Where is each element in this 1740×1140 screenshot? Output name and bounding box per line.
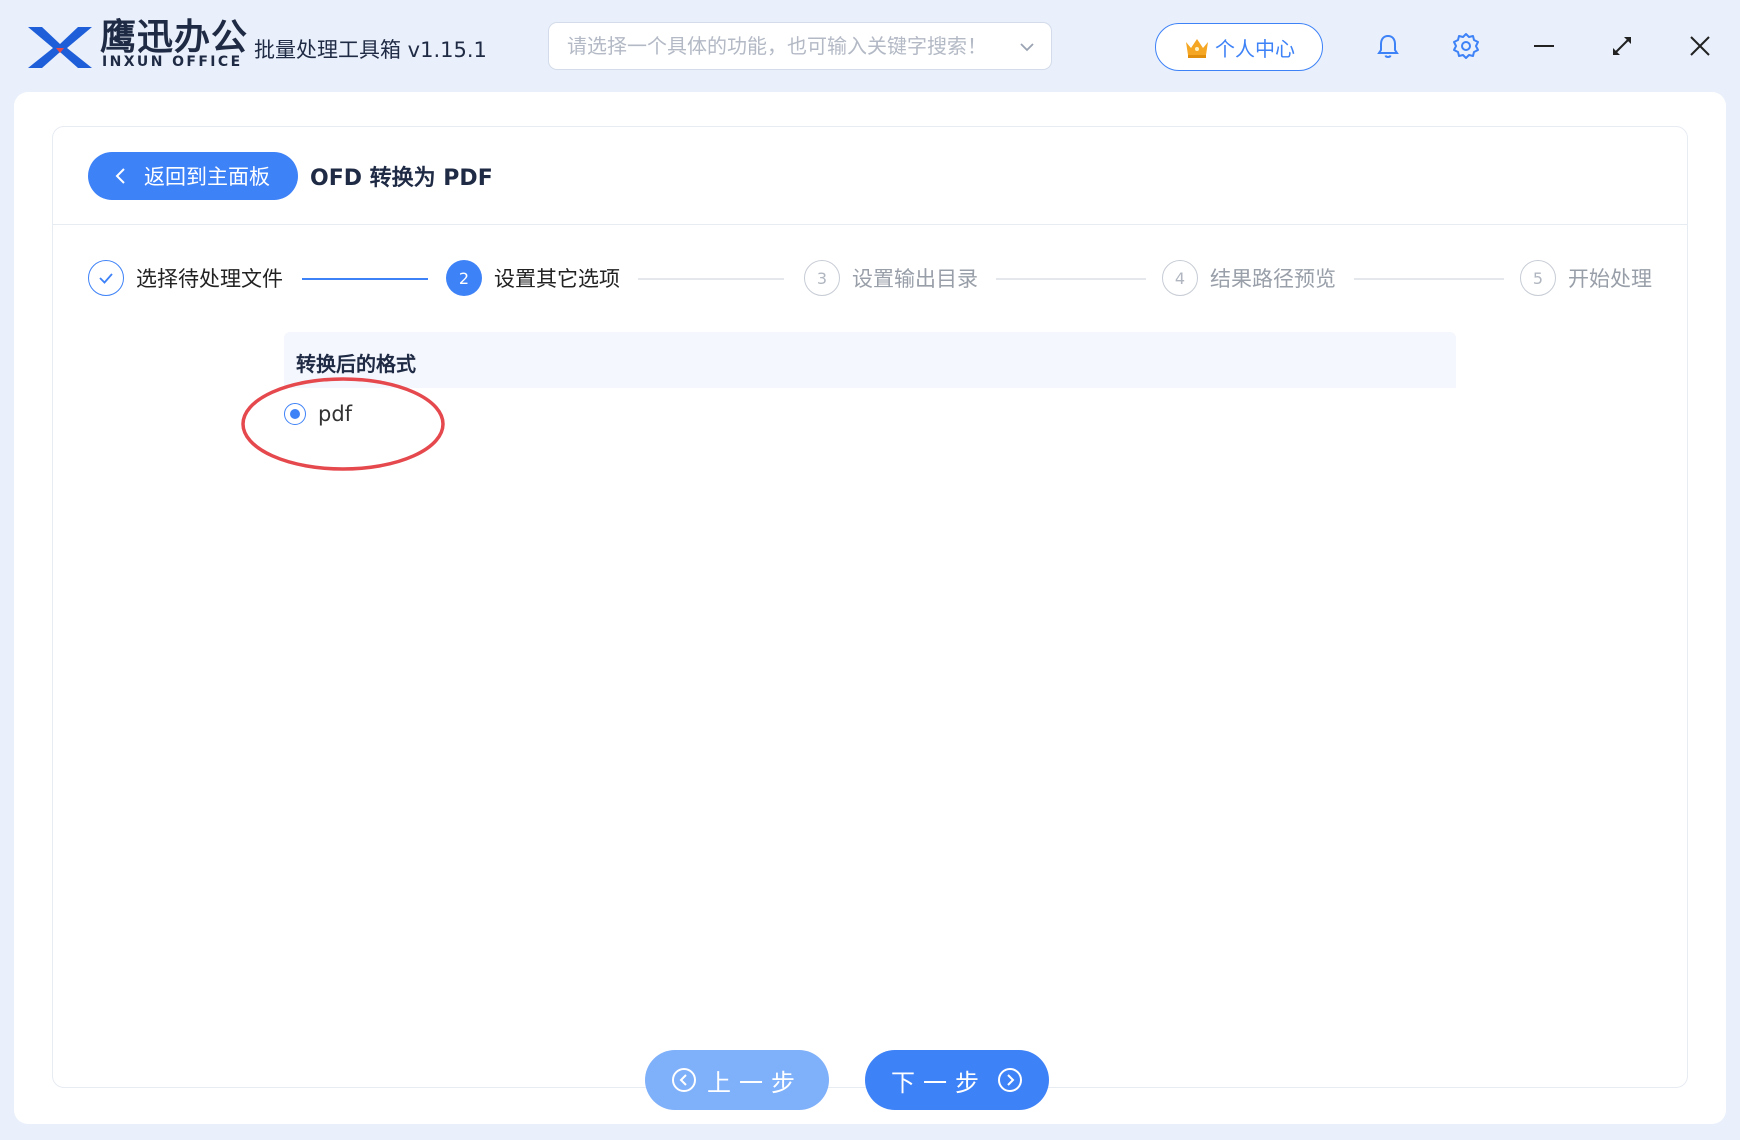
minimize-icon xyxy=(1534,45,1554,47)
previous-step-button[interactable]: 上一步 xyxy=(645,1050,829,1110)
brand-name: 鹰迅办公 xyxy=(100,17,249,58)
format-section-header: 转换后的格式 xyxy=(284,332,1456,388)
step-number: 5 xyxy=(1520,260,1556,296)
close-button[interactable] xyxy=(1682,28,1718,64)
next-step-label: 下一步 xyxy=(891,1068,987,1097)
step-number: 2 xyxy=(446,260,482,296)
page-title: OFD 转换为 PDF xyxy=(310,166,493,191)
header-divider xyxy=(53,224,1687,225)
arrow-right-circle-icon xyxy=(998,1068,1022,1092)
step-select-files: 选择待处理文件 xyxy=(88,260,283,296)
bell-icon xyxy=(1377,34,1399,58)
crown-icon xyxy=(1186,39,1208,58)
step-number: 3 xyxy=(804,260,840,296)
chevron-left-icon xyxy=(115,168,125,184)
step-output-directory: 3 设置输出目录 xyxy=(804,260,978,296)
step-connector xyxy=(638,278,784,280)
step-other-options: 2 设置其它选项 xyxy=(446,260,620,296)
search-input[interactable] xyxy=(567,23,997,69)
brand-subtitle: INXUN OFFICE xyxy=(102,54,243,70)
section-title: 转换后的格式 xyxy=(296,352,416,376)
previous-step-label: 上一步 xyxy=(707,1068,803,1097)
next-step-button[interactable]: 下一步 xyxy=(865,1050,1049,1110)
settings-button[interactable] xyxy=(1448,28,1484,64)
back-to-dashboard-button[interactable]: 返回到主面板 xyxy=(88,152,298,200)
back-button-label: 返回到主面板 xyxy=(144,165,270,189)
arrow-left-circle-icon xyxy=(672,1068,696,1092)
step-label: 开始处理 xyxy=(1568,267,1652,291)
step-connector xyxy=(1354,278,1504,280)
expand-icon xyxy=(1613,37,1631,55)
minimize-button[interactable] xyxy=(1526,28,1562,64)
title-bar: 鹰迅办公 INXUN OFFICE 批量处理工具箱 v1.15.1 个人中心 xyxy=(0,0,1740,92)
function-search[interactable] xyxy=(548,22,1052,70)
step-start-processing: 5 开始处理 xyxy=(1520,260,1652,296)
chevron-down-icon[interactable] xyxy=(1017,37,1037,57)
format-option-pdf[interactable]: pdf xyxy=(284,402,352,426)
step-check-circle xyxy=(88,260,124,296)
step-number: 4 xyxy=(1162,260,1198,296)
close-icon xyxy=(1690,36,1710,56)
step-label: 设置其它选项 xyxy=(494,267,620,291)
step-label: 设置输出目录 xyxy=(852,267,978,291)
step-connector xyxy=(302,278,428,280)
radio-selected[interactable] xyxy=(284,403,306,425)
step-path-preview: 4 结果路径预览 xyxy=(1162,260,1336,296)
step-label: 结果路径预览 xyxy=(1210,267,1336,291)
notification-button[interactable] xyxy=(1370,28,1406,64)
app-title: 批量处理工具箱 v1.15.1 xyxy=(254,38,487,62)
step-label: 选择待处理文件 xyxy=(136,267,283,291)
gear-icon xyxy=(1453,33,1479,59)
user-center-label: 个人中心 xyxy=(1215,36,1295,61)
radio-label: pdf xyxy=(318,402,353,426)
checkmark-icon xyxy=(99,273,113,284)
step-connector xyxy=(996,278,1146,280)
logo-icon xyxy=(28,27,92,68)
user-center-button[interactable]: 个人中心 xyxy=(1155,23,1323,71)
maximize-button[interactable] xyxy=(1604,28,1640,64)
